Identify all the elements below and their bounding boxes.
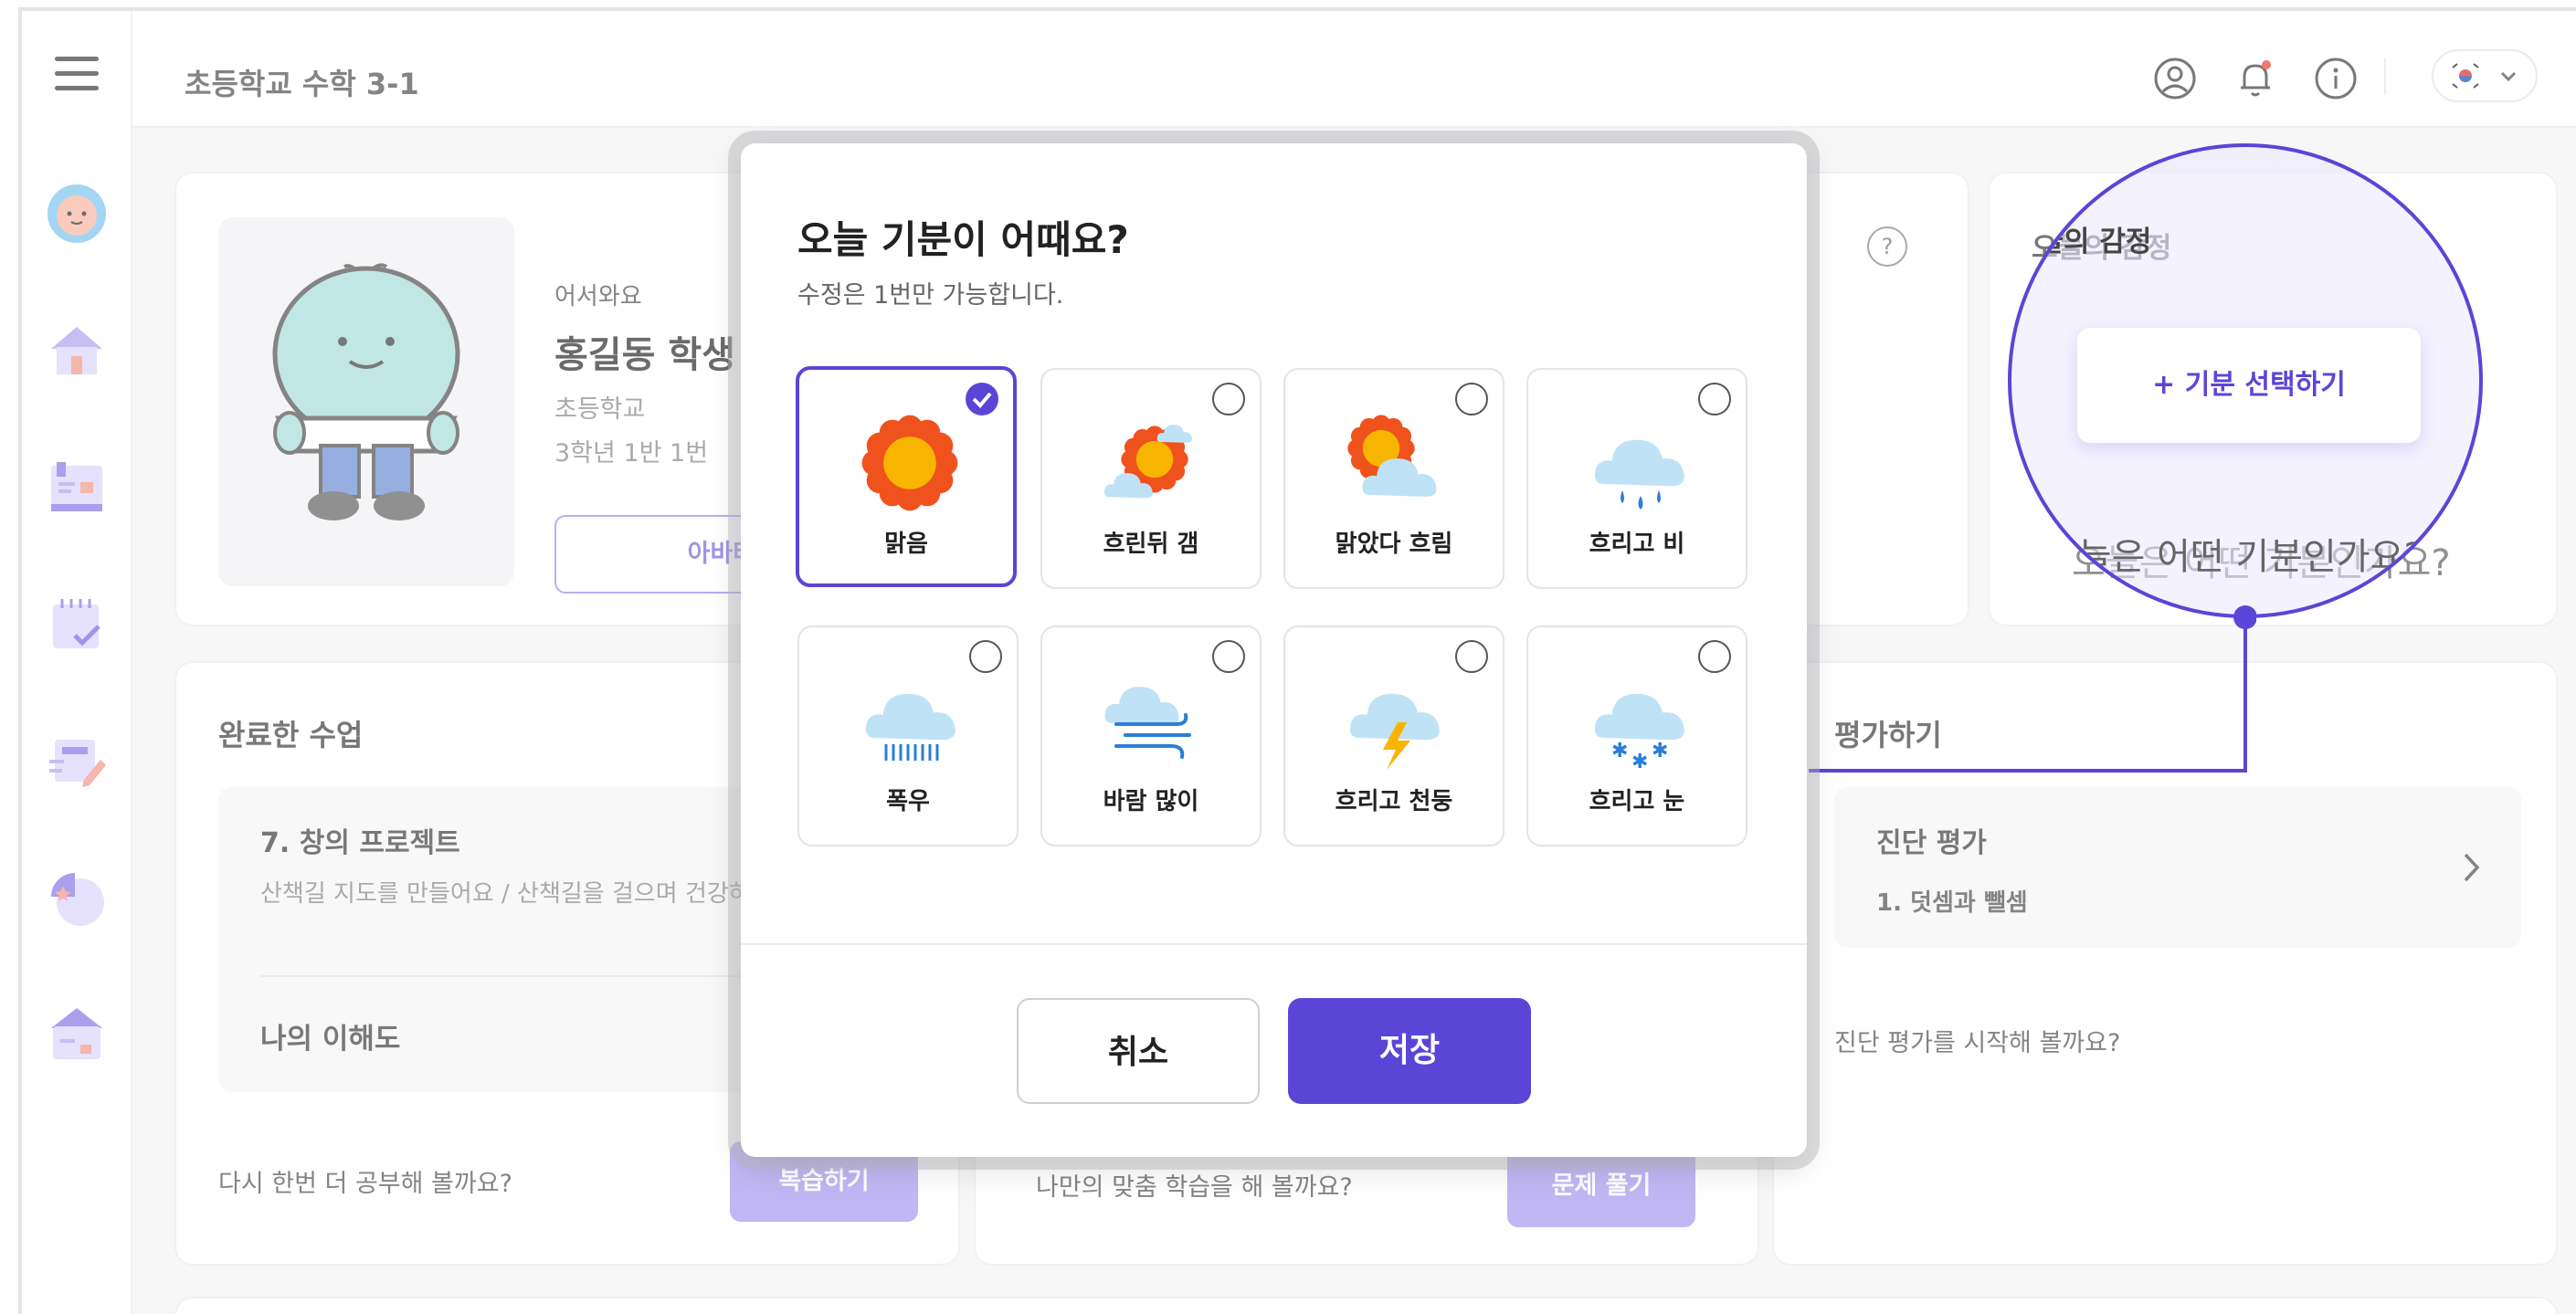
mood-option-label: 흐리고 비 (1589, 531, 1685, 558)
heavy-rain-icon (865, 693, 955, 761)
windy-icon (1104, 687, 1191, 759)
radio-button[interactable] (1212, 640, 1245, 673)
snow-cloud-icon: ✱ ✱ ✱ (1594, 693, 1684, 773)
mood-option[interactable]: 맑았다 흐림 (1283, 368, 1504, 589)
radio-button[interactable] (966, 383, 998, 415)
modal-title: 오늘 기분이 어때요? (797, 217, 1129, 262)
svg-text:✱: ✱ (1611, 740, 1628, 762)
radio-button[interactable] (1455, 383, 1488, 415)
mood-option[interactable]: 맑음 (796, 366, 1017, 587)
radio-button[interactable] (1698, 640, 1731, 673)
mood-option-label: 맑았다 흐림 (1335, 531, 1453, 558)
cancel-button[interactable]: 취소 (1017, 998, 1260, 1104)
checkmark-icon (972, 392, 992, 408)
modal-divider (741, 943, 1807, 945)
select-mood-button[interactable]: + 기분 선택하기 (2077, 328, 2421, 443)
emotion-callout-highlight: 오늘의 감정 + 기분 선택하기 오늘은 어떤 기분인가요? (2008, 143, 2483, 618)
callout-connector-line (1809, 605, 2256, 773)
radio-button[interactable] (969, 640, 1002, 673)
callout-emotion-title: 오늘의 감정 (2011, 226, 2152, 258)
mood-option-label: 흐리고 천둥 (1335, 788, 1453, 815)
radio-button[interactable] (1698, 383, 1731, 415)
mood-option-label: 폭우 (886, 788, 930, 815)
mood-option-label: 맑음 (884, 531, 928, 558)
mood-select-modal: 오늘 기분이 어때요? 수정은 1번만 가능합니다. 맑음 흐린뒤 갬 맑았다 … (741, 143, 1807, 1157)
callout-prompt: 오늘은 어떤 기분인가요? (2044, 536, 2423, 578)
radio-button[interactable] (1455, 640, 1488, 673)
save-button[interactable]: 저장 (1288, 998, 1531, 1104)
mood-option[interactable]: 흐린뒤 갬 (1040, 368, 1262, 589)
cloudy-then-clear-icon (1104, 425, 1193, 499)
svg-text:✱: ✱ (1652, 740, 1668, 762)
radio-button[interactable] (1212, 383, 1245, 415)
modal-subtitle: 수정은 1번만 가능합니다. (797, 281, 1064, 310)
mood-option[interactable]: 폭우 (797, 625, 1019, 846)
rain-cloud-icon (1594, 439, 1684, 510)
mood-option-label: 흐리고 눈 (1589, 788, 1685, 815)
mood-option[interactable]: 흐리고 비 (1526, 368, 1747, 589)
sun-behind-cloud-icon (1347, 415, 1437, 497)
mood-option-label: 흐린뒤 갬 (1103, 531, 1199, 558)
mood-option[interactable]: 흐리고 천둥 (1283, 625, 1504, 846)
mood-option[interactable]: 바람 많이 (1040, 625, 1262, 846)
mood-option[interactable]: ✱ ✱ ✱ 흐리고 눈 (1526, 625, 1747, 846)
svg-text:✱: ✱ (1631, 751, 1648, 773)
thunder-cloud-icon (1349, 693, 1440, 770)
sunny-icon (861, 415, 958, 511)
mood-option-label: 바람 많이 (1103, 788, 1199, 815)
